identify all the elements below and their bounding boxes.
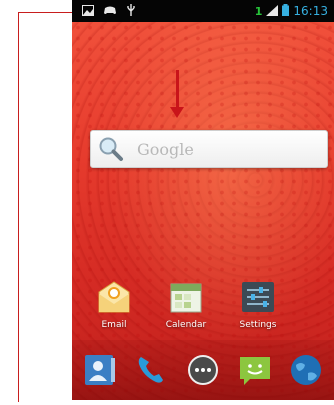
settings-icon	[239, 280, 277, 314]
dock	[72, 340, 334, 400]
photo-icon	[82, 4, 94, 18]
email-icon	[95, 280, 133, 314]
app-label: Calendar	[165, 320, 207, 330]
calendar-icon	[167, 280, 205, 314]
game-controller-icon	[103, 5, 117, 17]
battery-icon	[282, 4, 290, 18]
home-apps-row: Email Calendar Settings	[86, 280, 286, 330]
annotation-arrow	[170, 70, 184, 118]
phone-screen: 1 16:13 Google Email Calendar Settings	[72, 0, 334, 400]
search-placeholder: Google	[137, 139, 194, 159]
status-time: 16:13	[293, 4, 328, 18]
messaging-icon[interactable]	[235, 350, 275, 390]
search-icon	[91, 131, 131, 167]
contacts-icon[interactable]	[80, 350, 120, 390]
signal-icon	[266, 4, 279, 18]
callout-line-horizontal	[18, 12, 72, 13]
phone-icon[interactable]	[131, 350, 171, 390]
status-bar: 1 16:13	[72, 0, 334, 22]
app-calendar[interactable]: Calendar	[158, 280, 214, 330]
callout-line-vertical	[18, 12, 19, 402]
app-label: Email	[101, 320, 127, 330]
app-label: Settings	[239, 320, 277, 330]
usb-icon	[126, 4, 136, 18]
app-email[interactable]: Email	[86, 280, 142, 330]
app-drawer-icon[interactable]	[183, 350, 223, 390]
app-settings[interactable]: Settings	[230, 280, 286, 330]
google-search-widget[interactable]: Google	[90, 130, 328, 168]
browser-icon[interactable]	[286, 350, 326, 390]
notification-count: 1	[254, 4, 263, 18]
